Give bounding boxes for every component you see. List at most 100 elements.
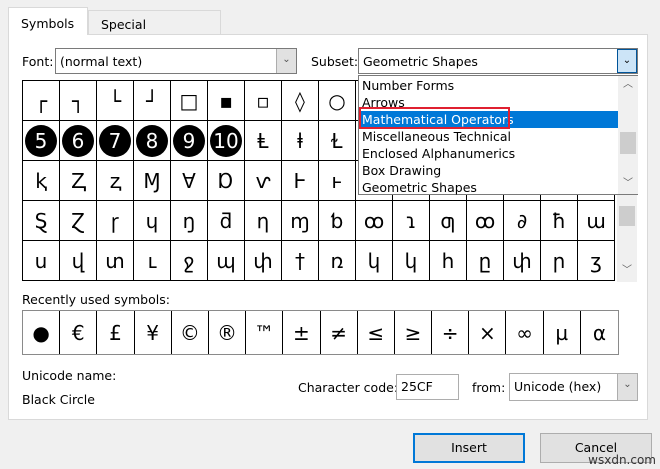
chevron-down-icon[interactable]: ⌄ xyxy=(617,49,637,73)
symbol-cell[interactable]: ∂ xyxy=(504,201,541,241)
symbol-cell[interactable]: 9 xyxy=(171,121,208,161)
recent-symbol-cell[interactable]: ± xyxy=(283,311,321,354)
symbol-cell[interactable]: ▪ xyxy=(208,81,245,121)
tab-symbols[interactable]: Symbols xyxy=(8,7,88,35)
symbol-cell[interactable]: 10 xyxy=(208,121,245,161)
recent-symbol-cell[interactable]: α xyxy=(581,311,618,354)
symbol-cell[interactable]: ƌ xyxy=(208,201,245,241)
from-select[interactable]: Unicode (hex) ⌄ xyxy=(509,373,638,401)
symbol-cell[interactable]: Ɫ xyxy=(319,121,356,161)
symbol-cell[interactable]: ⱶ xyxy=(319,161,356,201)
font-select[interactable]: (normal text) ⌄ xyxy=(55,48,297,74)
recent-symbol-cell[interactable]: ≥ xyxy=(395,311,433,354)
symbol-cell[interactable]: ս xyxy=(23,241,60,281)
scroll-thumb[interactable] xyxy=(620,132,636,154)
symbol-cell[interactable]: ħ xyxy=(541,201,578,241)
symbol-cell[interactable]: ┌ xyxy=(23,81,60,121)
symbol-cell[interactable]: փ xyxy=(504,241,541,281)
subset-option[interactable]: Number Forms xyxy=(359,77,618,94)
symbol-cell[interactable]: ɥ xyxy=(134,201,171,241)
symbol-cell[interactable]: կ xyxy=(356,241,393,281)
symbol-cell[interactable]: ⱪ xyxy=(23,161,60,201)
symbol-cell[interactable]: 7 xyxy=(97,121,134,161)
symbol-cell[interactable]: Ⱶ xyxy=(282,161,319,201)
symbol-cell[interactable]: η xyxy=(245,201,282,241)
symbol-cell[interactable]: ⱡ xyxy=(282,121,319,161)
symbol-cell[interactable]: ꝏ xyxy=(356,201,393,241)
symbol-cell[interactable]: 8 xyxy=(134,121,171,161)
symbol-glyph: կ xyxy=(404,248,418,273)
symbol-cell[interactable]: Ⱬ xyxy=(60,161,97,201)
recent-symbol-cell[interactable]: ¥ xyxy=(135,311,172,354)
symbol-cell[interactable]: Ȿ xyxy=(23,201,60,241)
symbol-cell[interactable]: Ɐ xyxy=(171,161,208,201)
symbol-cell[interactable]: 6 xyxy=(60,121,97,161)
symbol-cell[interactable]: 5 xyxy=(23,121,60,161)
chevron-down-icon[interactable]: ⌄ xyxy=(617,374,637,400)
symbol-cell[interactable]: ռ xyxy=(319,241,356,281)
dropdown-scrollbar[interactable]: ︿ ﹀ xyxy=(618,76,638,194)
symbol-cell[interactable]: └ xyxy=(97,81,134,121)
scroll-down-icon[interactable]: ﹀ xyxy=(618,175,638,193)
recent-symbol-cell[interactable]: ∞ xyxy=(506,311,544,354)
symbol-cell[interactable]: պ xyxy=(208,241,245,281)
symbol-cell[interactable]: ꝏ xyxy=(467,201,504,241)
symbol-cell[interactable]: ○ xyxy=(319,81,356,121)
symbol-cell[interactable]: Ɱ xyxy=(134,161,171,201)
subset-option[interactable]: Geometric Shapes xyxy=(359,179,618,196)
symbol-cell[interactable]: ⱱ xyxy=(245,161,282,201)
subset-option[interactable]: Box Drawing xyxy=(359,162,618,179)
subset-option[interactable]: Miscellaneous Technical xyxy=(359,128,618,145)
symbol-cell[interactable]: ɿ xyxy=(393,201,430,241)
symbol-cell[interactable]: ┐ xyxy=(60,81,97,121)
symbol-cell[interactable]: Ⱡ xyxy=(245,121,282,161)
symbol-glyph: ⱱ xyxy=(255,168,271,193)
symbol-cell[interactable]: □ xyxy=(171,81,208,121)
symbol-cell[interactable]: ӡ xyxy=(578,241,615,281)
symbol-cell[interactable]: ƣ xyxy=(430,201,467,241)
symbol-cell[interactable]: ɱ xyxy=(282,201,319,241)
symbol-cell[interactable]: ƅ xyxy=(319,201,356,241)
symbol-cell[interactable]: ▫ xyxy=(245,81,282,121)
scroll-down-icon[interactable]: ﹀ xyxy=(617,262,637,280)
tab-special-characters[interactable]: Special Characters xyxy=(88,10,221,47)
recent-symbol-cell[interactable]: © xyxy=(172,311,209,354)
subset-select[interactable]: Geometric Shapes ⌄ xyxy=(358,48,638,74)
symbol-cell[interactable]: ꞅ xyxy=(97,201,134,241)
subset-option[interactable]: Enclosed Alphanumerics xyxy=(359,145,618,162)
insert-button[interactable]: Insert xyxy=(413,433,525,463)
symbol-cell[interactable]: ը xyxy=(467,241,504,281)
recent-symbol-cell[interactable]: × xyxy=(469,311,507,354)
symbol-cell[interactable]: Ɀ xyxy=(60,201,97,241)
recent-symbol-cell[interactable]: ● xyxy=(23,311,61,354)
symbol-cell[interactable]: ɯ xyxy=(578,201,615,241)
symbol-glyph: պ xyxy=(216,248,236,273)
symbol-cell[interactable]: ր xyxy=(541,241,578,281)
scroll-thumb[interactable] xyxy=(619,206,635,226)
recent-symbol-cell[interactable]: ™ xyxy=(246,311,284,354)
character-code-input[interactable]: 25CF xyxy=(396,374,459,400)
recent-symbol-cell[interactable]: € xyxy=(60,311,98,354)
recent-symbol-cell[interactable]: µ xyxy=(544,311,581,354)
symbol-cell[interactable]: ŋ xyxy=(171,201,208,241)
symbol-cell[interactable]: ◊ xyxy=(282,81,319,121)
symbol-cell[interactable]: ⱬ xyxy=(97,161,134,201)
recent-symbol-cell[interactable]: ® xyxy=(209,311,247,354)
recent-symbol-cell[interactable]: ÷ xyxy=(432,311,470,354)
symbol-cell[interactable]: վ xyxy=(60,241,97,281)
symbol-cell[interactable]: † xyxy=(282,241,319,281)
symbol-glyph: 6 xyxy=(62,124,94,157)
recent-symbol-cell[interactable]: £ xyxy=(97,311,135,354)
symbol-cell[interactable]: տ xyxy=(97,241,134,281)
symbol-cell[interactable]: փ xyxy=(245,241,282,281)
recent-symbol-cell[interactable]: ≤ xyxy=(358,311,395,354)
symbol-cell[interactable]: ջ xyxy=(171,241,208,281)
chevron-down-icon[interactable]: ⌄ xyxy=(276,49,296,73)
scroll-up-icon[interactable]: ︿ xyxy=(618,76,638,94)
symbol-cell[interactable]: հ xyxy=(430,241,467,281)
symbol-cell[interactable]: ┘ xyxy=(134,81,171,121)
recent-symbol-cell[interactable]: ≠ xyxy=(321,311,358,354)
symbol-cell[interactable]: ւ xyxy=(134,241,171,281)
symbol-cell[interactable]: կ xyxy=(393,241,430,281)
symbol-cell[interactable]: Ɒ xyxy=(208,161,245,201)
